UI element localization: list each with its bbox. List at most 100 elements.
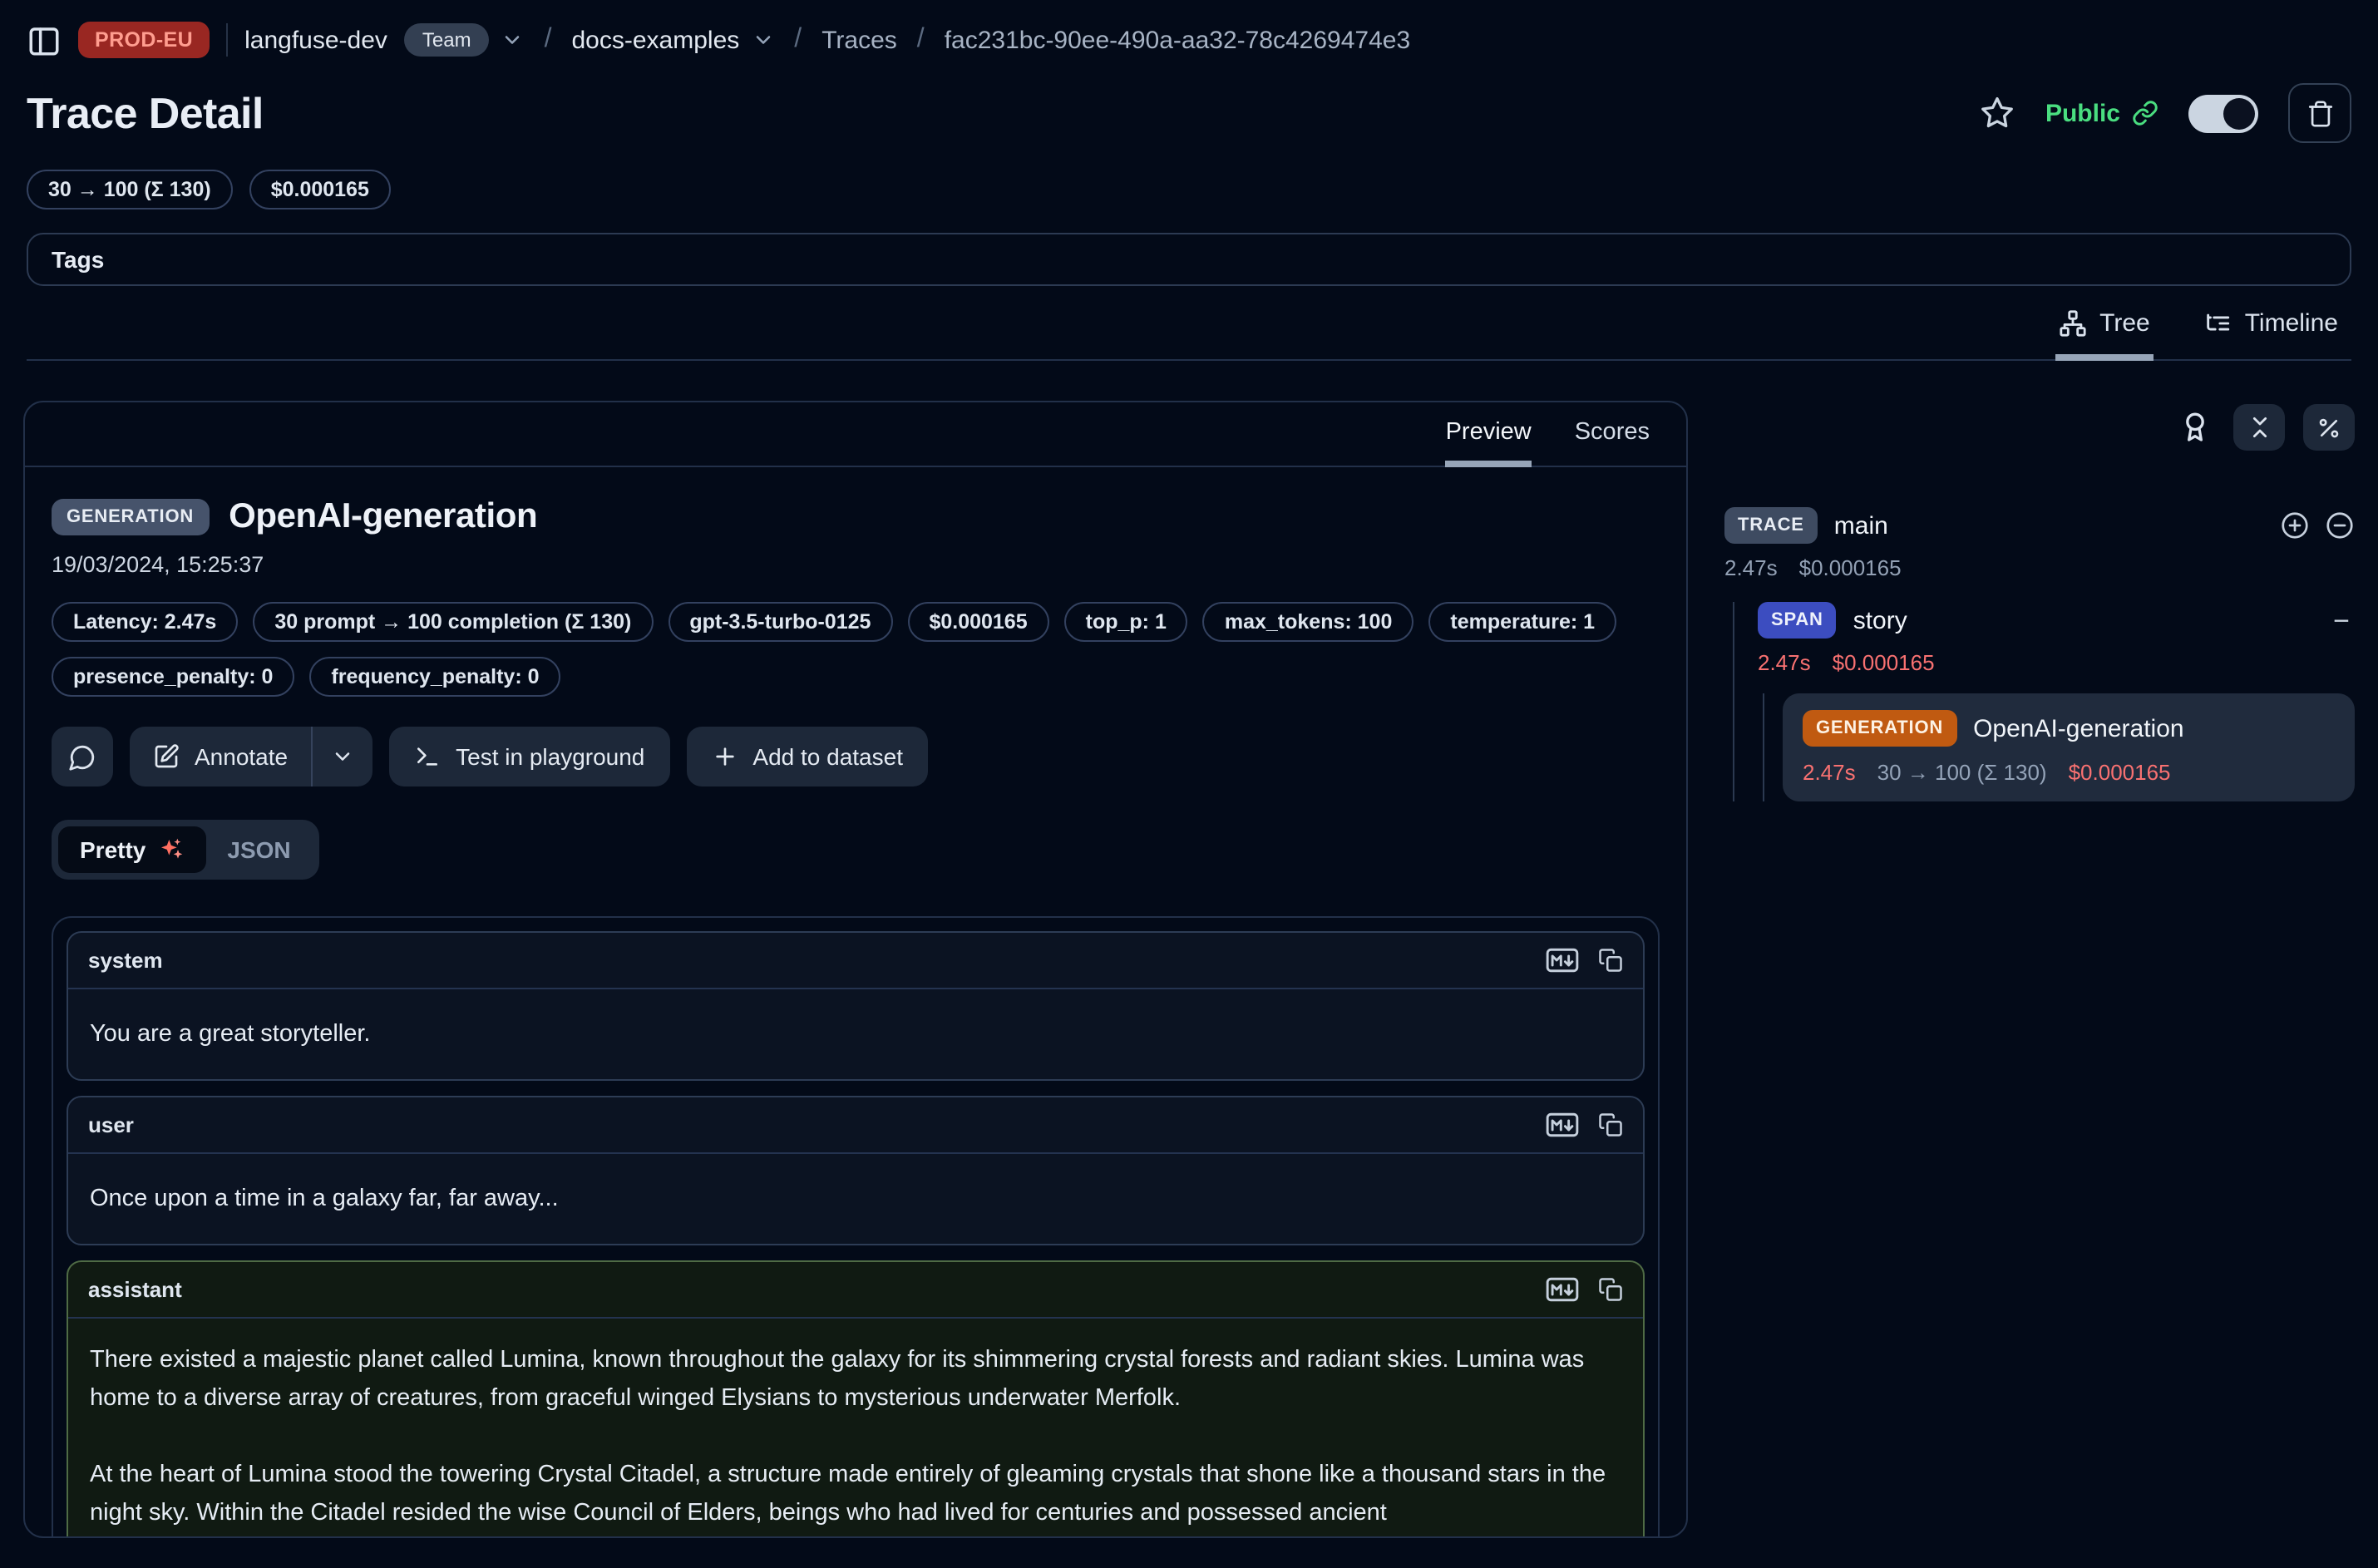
generation-name: OpenAI-generation <box>1973 714 2184 742</box>
public-label: Public <box>2045 99 2120 127</box>
panel-left-icon[interactable] <box>27 22 62 57</box>
generation-type-badge: GENERATION <box>1803 710 1956 747</box>
copy-icon[interactable] <box>1598 1112 1623 1137</box>
message-actions <box>1545 946 1623 974</box>
message-content: There existed a majestic planet called L… <box>68 1319 1643 1536</box>
frequency-penalty-badge: frequency_penalty: 0 <box>309 657 560 697</box>
trace-summary-badges: 30 → 100 (Σ 130) $0.000165 <box>27 170 2351 210</box>
presence-penalty-badge: presence_penalty: 0 <box>52 657 294 697</box>
markdown-toggle-icon[interactable] <box>1545 1111 1580 1139</box>
breadcrumb-organization[interactable]: langfuse-dev <box>244 26 387 54</box>
trash-icon <box>2306 99 2334 127</box>
message-content: You are a great storyteller. <box>68 989 1643 1079</box>
message-header: user <box>68 1097 1643 1154</box>
title-actions: Public <box>1979 83 2351 143</box>
message-actions <box>1545 1275 1623 1304</box>
breadcrumb-project[interactable]: docs-examples <box>572 26 740 54</box>
page-title: Trace Detail <box>27 87 264 139</box>
environment-badge[interactable]: PROD-EU <box>78 22 210 58</box>
pencil-square-icon <box>153 743 180 770</box>
fold-vertical-icon <box>2246 414 2272 441</box>
observation-card: Preview Scores GENERATION OpenAI-generat… <box>23 401 1688 1538</box>
tab-timeline-label: Timeline <box>2245 309 2338 338</box>
top-p-badge: top_p: 1 <box>1064 602 1188 642</box>
breadcrumb-traces-link[interactable]: Traces <box>821 26 897 54</box>
markdown-toggle-icon[interactable] <box>1545 946 1580 974</box>
breadcrumb-divider <box>226 23 228 57</box>
percent-icon <box>2316 415 2341 440</box>
generation-usage: 30 → 100 (Σ 130) <box>1877 760 2047 785</box>
copy-icon[interactable] <box>1598 948 1623 973</box>
chevron-down-icon[interactable] <box>501 28 525 52</box>
collapse-all-button[interactable] <box>2233 404 2285 451</box>
message-role: system <box>88 948 163 973</box>
assistant-paragraph: There existed a majestic planet called L… <box>90 1342 1621 1418</box>
tab-scores[interactable]: Scores <box>1575 419 1650 467</box>
messages-container: system You are a great storyteller. <box>52 916 1660 1536</box>
span-children: GENERATION OpenAI-generation 2.47s 30 → … <box>1763 693 2355 801</box>
breadcrumb: PROD-EU langfuse-dev Team / docs-example… <box>27 17 2351 63</box>
annotate-label: Annotate <box>195 743 288 770</box>
test-in-playground-button[interactable]: Test in playground <box>389 727 669 786</box>
copy-icon[interactable] <box>1598 1277 1623 1302</box>
comment-icon <box>68 742 96 771</box>
tab-tree[interactable]: Tree <box>2055 296 2154 361</box>
add-dataset-label: Add to dataset <box>752 743 903 770</box>
tags-box[interactable]: Tags <box>27 233 2351 286</box>
tree-node-generation-selected[interactable]: GENERATION OpenAI-generation 2.47s 30 → … <box>1783 693 2355 801</box>
trace-tree-panel: TRACE main 2.47s $0.000165 SPAN <box>1724 401 2355 801</box>
markdown-toggle-icon[interactable] <box>1545 1275 1580 1304</box>
tree-icon <box>2058 309 2086 338</box>
message-assistant: assistant There existed <box>67 1260 1645 1536</box>
title-row: Trace Detail Public <box>27 83 2351 143</box>
view-tabs: Tree Timeline <box>27 296 2351 361</box>
award-icon[interactable] <box>2178 411 2212 444</box>
trace-name: main <box>1834 511 1888 540</box>
main-content: Preview Scores GENERATION OpenAI-generat… <box>0 361 2378 1538</box>
circle-plus-icon[interactable] <box>2280 510 2310 540</box>
span-name: story <box>1853 606 1907 634</box>
trace-type-badge: TRACE <box>1724 507 1818 544</box>
format-json-button[interactable]: JSON <box>205 826 312 873</box>
show-percentages-button[interactable] <box>2303 404 2355 451</box>
annotate-button[interactable]: Annotate <box>130 727 311 786</box>
link-icon <box>2132 100 2158 126</box>
trace-latency: 2.47s <box>1724 555 1778 580</box>
circle-minus-icon[interactable] <box>2325 510 2355 540</box>
tree-node-trace[interactable]: TRACE main <box>1724 507 2355 544</box>
star-icon[interactable] <box>1979 95 2015 131</box>
public-toggle[interactable] <box>2188 94 2258 132</box>
message-role: user <box>88 1112 134 1137</box>
panel-tabs: Preview Scores <box>25 402 1686 467</box>
trace-metrics: 2.47s $0.000165 <box>1724 555 2355 580</box>
observation-header: GENERATION OpenAI-generation <box>52 497 1660 537</box>
tree-node-span[interactable]: SPAN story − <box>1758 602 2355 639</box>
collapse-node-button[interactable]: − <box>2328 606 2355 634</box>
token-usage-badge: 30 prompt → 100 completion (Σ 130) <box>253 602 653 642</box>
trace-zoom-controls <box>2280 510 2355 540</box>
tab-preview[interactable]: Preview <box>1446 419 1532 467</box>
generation-row-header: GENERATION OpenAI-generation <box>1803 710 2335 747</box>
generation-latency: 2.47s <box>1803 760 1856 785</box>
delete-trace-button[interactable] <box>2288 83 2351 143</box>
public-link[interactable]: Public <box>2045 99 2158 127</box>
comments-button[interactable] <box>52 727 113 786</box>
tab-timeline[interactable]: Timeline <box>2200 296 2341 361</box>
observation-type-badge: GENERATION <box>52 499 209 535</box>
span-controls: − <box>2328 606 2355 634</box>
org-role-badge[interactable]: Team <box>404 23 490 57</box>
pretty-label: Pretty <box>80 836 146 863</box>
span-type-badge: SPAN <box>1758 602 1837 639</box>
actions-row: Annotate Test in playgroun <box>52 727 1660 786</box>
chevron-down-icon <box>331 745 354 768</box>
chevron-down-icon[interactable] <box>751 28 774 52</box>
metadata-badges-row-1: Latency: 2.47s 30 prompt → 100 completio… <box>52 602 1660 642</box>
tree-toolbar <box>1724 404 2355 451</box>
annotate-dropdown-button[interactable] <box>313 727 372 786</box>
format-pretty-button[interactable]: Pretty <box>58 826 205 873</box>
usage-badge: 30 → 100 (Σ 130) <box>27 170 233 210</box>
metadata-badges-row-2: presence_penalty: 0 frequency_penalty: 0 <box>52 657 1660 697</box>
add-to-dataset-button[interactable]: Add to dataset <box>686 727 928 786</box>
tags-label: Tags <box>52 246 104 273</box>
breadcrumb-separator: / <box>541 25 555 55</box>
